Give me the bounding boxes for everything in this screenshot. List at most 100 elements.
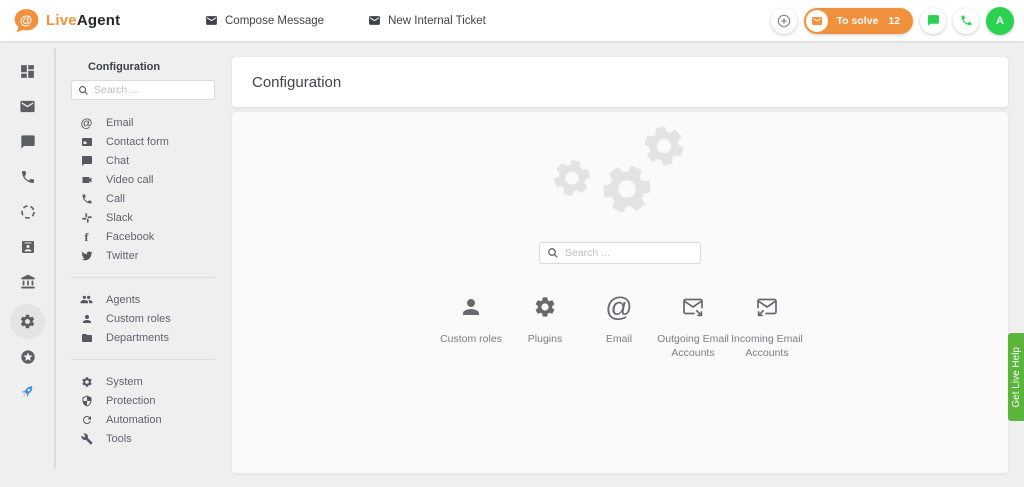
- rail-configuration-item[interactable]: [10, 304, 45, 339]
- rail-getting-started-item[interactable]: [10, 374, 45, 409]
- new-internal-ticket-label: New Internal Ticket: [388, 15, 486, 27]
- sidebar-item-agents[interactable]: Agents: [56, 290, 232, 309]
- sidebar-item-label: Agents: [106, 294, 140, 306]
- rail-dashboard-item[interactable]: [10, 54, 45, 89]
- phone-icon: [960, 14, 973, 27]
- shortcut-plugins[interactable]: Plugins: [508, 294, 582, 360]
- gear-icon: [80, 375, 93, 388]
- wrench-icon: [80, 432, 93, 445]
- at-icon: @: [80, 116, 93, 129]
- calls-button[interactable]: [953, 8, 979, 34]
- sidebar-menu: @ Email Contact form Chat Video call C: [56, 113, 232, 448]
- shortcut-label: Outgoing Email Accounts: [657, 332, 729, 360]
- contact-card-icon: [20, 239, 36, 255]
- get-live-help-tab[interactable]: Get Live Help: [1008, 333, 1024, 421]
- search-icon: [547, 247, 559, 259]
- shortcut-label: Plugins: [528, 332, 562, 346]
- sidebar-item-automation[interactable]: Automation: [56, 410, 232, 429]
- dashed-circle-icon: [20, 204, 36, 220]
- sidebar-item-twitter[interactable]: Twitter: [56, 246, 232, 265]
- liveagent-logo[interactable]: @ LiveAgent: [13, 7, 205, 34]
- gear-icon: [533, 294, 557, 320]
- sidebar-item-label: Email: [106, 117, 134, 129]
- sidebar-item-slack[interactable]: Slack: [56, 208, 232, 227]
- chat-bubble-icon: [20, 134, 36, 150]
- sidebar-item-label: Call: [106, 193, 125, 205]
- sidebar-item-call[interactable]: Call: [56, 189, 232, 208]
- video-camera-icon: [80, 173, 93, 186]
- page-title: Configuration: [252, 74, 341, 91]
- refresh-icon: [80, 413, 93, 426]
- logo-text: LiveAgent: [46, 12, 120, 29]
- sidebar-title: Configuration: [88, 61, 232, 73]
- user-avatar[interactable]: A: [986, 7, 1014, 35]
- sidebar-item-protection[interactable]: Protection: [56, 391, 232, 410]
- rail-status-item[interactable]: [10, 194, 45, 229]
- sidebar-search-input[interactable]: [94, 84, 208, 96]
- shortcut-email[interactable]: @ Email: [582, 294, 656, 360]
- plus-circle-icon: [776, 13, 792, 29]
- sidebar-item-label: Protection: [106, 395, 156, 407]
- sidebar-item-label: Automation: [106, 414, 162, 426]
- slack-icon: [80, 211, 93, 224]
- envelope-incoming-icon: [754, 294, 780, 320]
- gear-illustration-small: [550, 156, 594, 200]
- rail-contacts-item[interactable]: [10, 229, 45, 264]
- topbar-right-cluster: To solve 12 A: [771, 7, 1014, 35]
- shortcut-custom-roles[interactable]: Custom roles: [434, 294, 508, 360]
- chats-button[interactable]: [920, 8, 946, 34]
- to-solve-count: 12: [888, 15, 900, 27]
- shortcut-row: Custom roles Plugins @ Email: [434, 294, 806, 360]
- phone-icon: [20, 169, 36, 185]
- configuration-search-box[interactable]: [539, 242, 701, 264]
- envelope-icon: [205, 14, 218, 27]
- person-icon: [80, 312, 93, 325]
- sidebar-item-email[interactable]: @ Email: [56, 113, 232, 132]
- bank-icon: [20, 274, 36, 290]
- shortcut-label: Incoming Email Accounts: [731, 332, 803, 360]
- envelope-icon: [806, 10, 828, 32]
- avatar-letter: A: [996, 15, 1004, 27]
- sidebar-item-tools[interactable]: Tools: [56, 429, 232, 448]
- svg-text:@: @: [20, 13, 32, 27]
- chat-bubble-icon: [80, 154, 93, 167]
- gear-illustration-top: [640, 122, 688, 170]
- facebook-icon: f: [80, 230, 93, 243]
- topbar-actions: Compose Message New Internal Ticket: [205, 14, 486, 27]
- sidebar-item-label: Slack: [106, 212, 133, 224]
- twitter-icon: [80, 249, 93, 262]
- sidebar-item-contact-form[interactable]: Contact form: [56, 132, 232, 151]
- shield-icon: [80, 394, 93, 407]
- sidebar-search-box[interactable]: [71, 80, 215, 100]
- sidebar-item-label: Tools: [106, 433, 132, 445]
- sidebar-item-system[interactable]: System: [56, 372, 232, 391]
- compose-message-button[interactable]: Compose Message: [205, 14, 324, 27]
- rail-chats-item[interactable]: [10, 124, 45, 159]
- rail-tickets-item[interactable]: [10, 89, 45, 124]
- sidebar-item-label: Departments: [106, 332, 169, 344]
- sidebar-divider: [71, 277, 215, 278]
- rail-calls-item[interactable]: [10, 159, 45, 194]
- rail-billing-item[interactable]: [10, 264, 45, 299]
- sidebar-item-label: Contact form: [106, 136, 169, 148]
- to-solve-button[interactable]: To solve 12: [804, 8, 913, 34]
- sidebar-item-video-call[interactable]: Video call: [56, 170, 232, 189]
- chat-bubble-icon: [927, 14, 940, 27]
- configuration-search-input[interactable]: [565, 247, 693, 259]
- sidebar-item-departments[interactable]: Departments: [56, 328, 232, 347]
- sidebar-item-label: System: [106, 376, 143, 388]
- get-live-help-label: Get Live Help: [1011, 347, 1022, 408]
- sidebar-item-custom-roles[interactable]: Custom roles: [56, 309, 232, 328]
- shortcut-outgoing-email-accounts[interactable]: Outgoing Email Accounts: [656, 294, 730, 360]
- shortcut-label: Custom roles: [440, 332, 502, 346]
- add-button[interactable]: [771, 8, 797, 34]
- sidebar-item-facebook[interactable]: f Facebook: [56, 227, 232, 246]
- new-internal-ticket-button[interactable]: New Internal Ticket: [368, 14, 486, 27]
- rocket-icon: [19, 383, 36, 400]
- shortcut-incoming-email-accounts[interactable]: Incoming Email Accounts: [730, 294, 804, 360]
- people-icon: [80, 293, 93, 306]
- rail-achievements-item[interactable]: [10, 339, 45, 374]
- compose-message-label: Compose Message: [225, 15, 324, 27]
- sidebar-item-chat[interactable]: Chat: [56, 151, 232, 170]
- star-circle-icon: [20, 349, 36, 365]
